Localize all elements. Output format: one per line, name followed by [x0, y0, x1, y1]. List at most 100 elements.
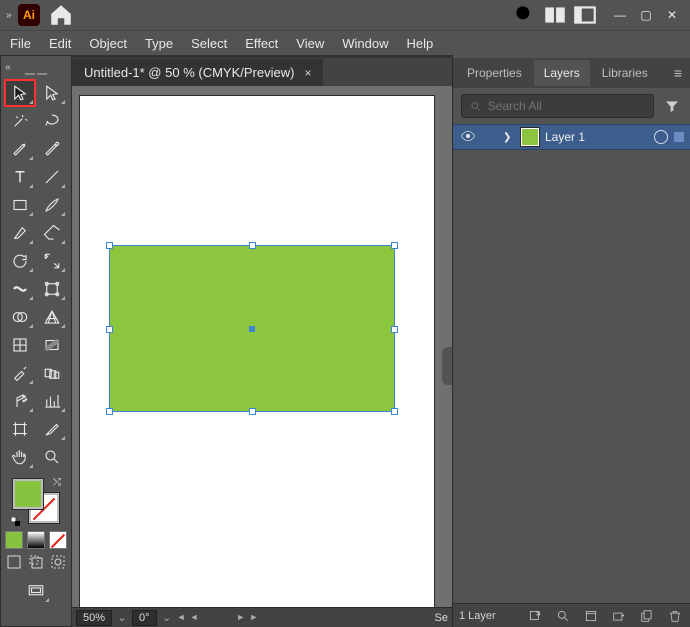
- resize-handle[interactable]: [106, 408, 113, 415]
- selection-tool[interactable]: [6, 81, 34, 105]
- symbol-sprayer-tool[interactable]: [6, 389, 34, 413]
- artboard-tool[interactable]: [6, 417, 34, 441]
- visibility-toggle-icon[interactable]: [459, 128, 477, 147]
- locate-object-icon[interactable]: [554, 607, 572, 625]
- artboard[interactable]: [80, 96, 434, 607]
- gradient-tool[interactable]: [38, 333, 66, 357]
- shape-builder-tool[interactable]: [6, 305, 34, 329]
- close-tab-icon[interactable]: ×: [304, 66, 311, 80]
- menu-type[interactable]: Type: [145, 36, 173, 51]
- menu-select[interactable]: Select: [191, 36, 227, 51]
- fill-mode-color-icon[interactable]: [5, 531, 23, 549]
- menu-object[interactable]: Object: [89, 36, 127, 51]
- tab-properties[interactable]: Properties: [457, 60, 532, 86]
- shaper-tool[interactable]: [6, 221, 34, 245]
- line-segment-tool[interactable]: [38, 165, 66, 189]
- resize-handle[interactable]: [391, 242, 398, 249]
- lasso-tool[interactable]: [38, 109, 66, 133]
- expand-layer-icon[interactable]: ❯: [503, 132, 515, 143]
- tab-layers[interactable]: Layers: [534, 60, 590, 86]
- eyedropper-tool[interactable]: [6, 361, 34, 385]
- workspace-switcher-icon[interactable]: [572, 2, 598, 28]
- clipping-mask-icon[interactable]: [582, 607, 600, 625]
- new-sublayer-icon[interactable]: [610, 607, 628, 625]
- resize-handle[interactable]: [391, 408, 398, 415]
- layer-name[interactable]: Layer 1: [545, 130, 648, 144]
- filter-icon[interactable]: [662, 96, 682, 116]
- menu-effect[interactable]: Effect: [245, 36, 278, 51]
- minimize-button[interactable]: —: [608, 5, 632, 25]
- eraser-tool[interactable]: [38, 221, 66, 245]
- fill-mode-none-icon[interactable]: [49, 531, 67, 549]
- menu-file[interactable]: File: [10, 36, 31, 51]
- menu-view[interactable]: View: [296, 36, 324, 51]
- slice-tool[interactable]: [38, 417, 66, 441]
- resize-handle[interactable]: [106, 242, 113, 249]
- selection-indicator[interactable]: [674, 132, 684, 142]
- app-logo[interactable]: Ai: [18, 4, 40, 26]
- dropdown-icon[interactable]: ⌄: [161, 611, 173, 624]
- resize-handle[interactable]: [249, 408, 256, 415]
- menu-window[interactable]: Window: [342, 36, 388, 51]
- blend-tool[interactable]: [38, 361, 66, 385]
- home-icon[interactable]: [48, 2, 74, 28]
- rotate-view-field[interactable]: 0°: [132, 610, 157, 626]
- target-icon[interactable]: [654, 130, 668, 144]
- panel-collapse-handle[interactable]: [442, 347, 452, 385]
- fill-mode-gradient-icon[interactable]: [27, 531, 45, 549]
- layers-search-field[interactable]: [488, 99, 645, 113]
- resize-handle[interactable]: [249, 242, 256, 249]
- type-tool[interactable]: [6, 165, 34, 189]
- panel-menu-icon[interactable]: ≡: [670, 65, 686, 81]
- dropdown-icon[interactable]: ⌄: [116, 611, 128, 624]
- fill-stroke-swatch[interactable]: ⤭: [11, 477, 61, 525]
- chevron-right-icon[interactable]: »: [6, 10, 18, 21]
- artboard-nav-next-icon[interactable]: ►: [236, 614, 245, 621]
- curvature-tool[interactable]: [38, 137, 66, 161]
- layers-search-input[interactable]: [461, 94, 654, 118]
- zoom-tool[interactable]: [38, 445, 66, 469]
- free-transform-tool[interactable]: [38, 277, 66, 301]
- draw-normal-icon[interactable]: [5, 553, 23, 571]
- artboard-nav-prev-icon[interactable]: ◄: [189, 614, 198, 621]
- zoom-level-field[interactable]: 50%: [76, 610, 112, 626]
- draw-behind-icon[interactable]: [27, 553, 45, 571]
- canvas[interactable]: [72, 86, 452, 607]
- arrange-documents-icon[interactable]: [542, 2, 568, 28]
- panel-drag-grip[interactable]: [12, 73, 60, 79]
- column-graph-tool[interactable]: [38, 389, 66, 413]
- layer-row[interactable]: ❯ Layer 1: [453, 124, 690, 150]
- document-tab[interactable]: Untitled-1* @ 50 % (CMYK/Preview) ×: [72, 58, 323, 86]
- resize-handle[interactable]: [106, 326, 113, 333]
- artboard-nav-last-icon[interactable]: ►: [249, 614, 258, 621]
- width-tool[interactable]: [6, 277, 34, 301]
- scale-tool[interactable]: [38, 249, 66, 273]
- perspective-grid-tool[interactable]: [38, 305, 66, 329]
- export-layer-icon[interactable]: [526, 607, 544, 625]
- maximize-button[interactable]: ▢: [634, 5, 658, 25]
- delete-layer-icon[interactable]: [666, 607, 684, 625]
- fill-swatch[interactable]: [13, 479, 43, 509]
- draw-inside-icon[interactable]: [49, 553, 67, 571]
- paintbrush-tool[interactable]: [38, 193, 66, 217]
- mesh-tool[interactable]: [6, 333, 34, 357]
- resize-handle[interactable]: [391, 326, 398, 333]
- direct-selection-tool[interactable]: [38, 81, 66, 105]
- chevron-left-icon[interactable]: «: [5, 62, 17, 73]
- pen-tool[interactable]: [6, 137, 34, 161]
- swap-fill-stroke-icon[interactable]: ⤭: [53, 477, 61, 488]
- rectangle-tool[interactable]: [6, 193, 34, 217]
- selected-rectangle[interactable]: [110, 246, 394, 411]
- magic-wand-tool[interactable]: [6, 109, 34, 133]
- center-point-icon[interactable]: [249, 326, 255, 332]
- menu-help[interactable]: Help: [406, 36, 433, 51]
- close-button[interactable]: ✕: [660, 5, 684, 25]
- search-icon[interactable]: [512, 2, 538, 28]
- menu-edit[interactable]: Edit: [49, 36, 71, 51]
- hand-tool[interactable]: [6, 445, 34, 469]
- new-layer-icon[interactable]: [638, 607, 656, 625]
- default-fill-stroke-icon[interactable]: [11, 515, 21, 525]
- rotate-tool[interactable]: [6, 249, 34, 273]
- screen-mode-icon[interactable]: [22, 579, 50, 603]
- tab-libraries[interactable]: Libraries: [592, 60, 658, 86]
